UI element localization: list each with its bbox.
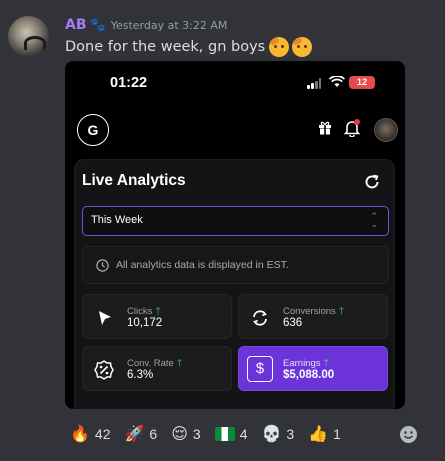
stat-value: 10,172 <box>127 317 163 329</box>
stat-earnings[interactable]: $ Earnings 🡑 $5,088.00 <box>238 346 388 391</box>
trend-up-icon: 🡑 <box>323 358 329 369</box>
reaction-relieved[interactable]: 😌 3 <box>165 421 206 447</box>
analytics-card: Live Analytics This Week ⌃ ⌄ All analytic… <box>74 159 395 409</box>
timezone-notice: All analytics data is displayed in EST. <box>82 246 389 284</box>
stat-conv-rate[interactable]: Conv. Rate 🡑 6.3% <box>82 346 232 391</box>
stat-value: 6.3% <box>127 369 154 381</box>
message-timestamp: Yesterday at 3:22 AM <box>110 18 228 32</box>
stat-conversions[interactable]: Conversions 🡑 636 <box>238 294 388 339</box>
wifi-icon <box>329 76 345 87</box>
chevron-updown-icon: ⌃ ⌄ <box>370 212 378 230</box>
trend-up-icon: 🡑 <box>155 306 161 317</box>
reactions-bar: 🔥 42 🚀 6 😌 3 4 💀 3 👍 1 <box>64 420 349 448</box>
stat-value: $5,088.00 <box>283 369 335 381</box>
period-select-value: This Week <box>91 214 143 226</box>
cursor-icon <box>99 311 111 325</box>
refresh-icon[interactable] <box>364 174 380 190</box>
reaction-rocket[interactable]: 🚀 6 <box>119 421 164 447</box>
battery-indicator: 12 <box>349 76 375 89</box>
saluting-face-emoji-icon <box>292 37 313 57</box>
saluting-face-emoji-icon <box>269 37 290 57</box>
reaction-count: 3 <box>192 426 201 442</box>
period-select[interactable]: This Week ⌃ ⌄ <box>82 206 389 236</box>
reaction-fire[interactable]: 🔥 42 <box>64 421 117 447</box>
status-time: 01:22 <box>110 75 148 91</box>
clock-icon <box>96 259 109 272</box>
reaction-skull[interactable]: 💀 3 <box>256 421 301 447</box>
notification-dot <box>354 119 360 125</box>
skull-icon: 💀 <box>261 424 282 443</box>
stat-value: 636 <box>283 317 303 329</box>
card-title: Live Analytics <box>82 172 186 189</box>
message-header: AB 🐾 Yesterday at 3:22 AM <box>65 16 227 34</box>
phone-status-bar: 01:22 12 <box>65 75 405 91</box>
fire-icon: 🔥 <box>70 424 90 443</box>
stat-clicks[interactable]: Clicks 🡑 10,172 <box>82 294 232 339</box>
relieved-face-icon: 😌 <box>171 424 188 443</box>
trend-up-icon: 🡑 <box>176 358 183 369</box>
paw-icon: 🐾 <box>89 17 106 33</box>
percent-icon <box>94 360 114 380</box>
reaction-count: 42 <box>94 426 111 442</box>
gift-icon[interactable] <box>318 121 332 135</box>
bell-icon[interactable] <box>343 119 361 138</box>
notice-text: All analytics data is displayed in EST. <box>116 259 289 271</box>
reaction-thumbs-up[interactable]: 👍 1 <box>302 421 347 447</box>
trend-up-icon: 🡑 <box>338 306 345 317</box>
cycle-icon <box>253 310 267 326</box>
reaction-count: 1 <box>333 426 341 442</box>
username[interactable]: AB <box>65 17 87 33</box>
rocket-icon: 🚀 <box>124 424 145 443</box>
signal-icon <box>307 78 321 89</box>
reaction-count: 3 <box>286 426 295 442</box>
profile-avatar[interactable] <box>374 118 398 142</box>
brand-logo: G <box>77 114 109 146</box>
message-content: Done for the week, gn boys <box>65 37 313 57</box>
user-avatar[interactable] <box>8 16 49 57</box>
message-text: Done for the week, gn boys <box>65 39 266 55</box>
nigeria-flag-icon <box>214 427 235 441</box>
reaction-count: 6 <box>149 426 158 442</box>
dollar-icon: $ <box>247 356 273 382</box>
reaction-count: 4 <box>239 426 248 442</box>
add-reaction-icon[interactable] <box>399 425 418 444</box>
thumbs-up-icon: 👍 <box>308 424 329 443</box>
reaction-nigeria-flag[interactable]: 4 <box>209 421 254 447</box>
screenshot-attachment[interactable]: 01:22 12 G Live Analytics This Week ⌃ ⌄ … <box>65 61 405 409</box>
